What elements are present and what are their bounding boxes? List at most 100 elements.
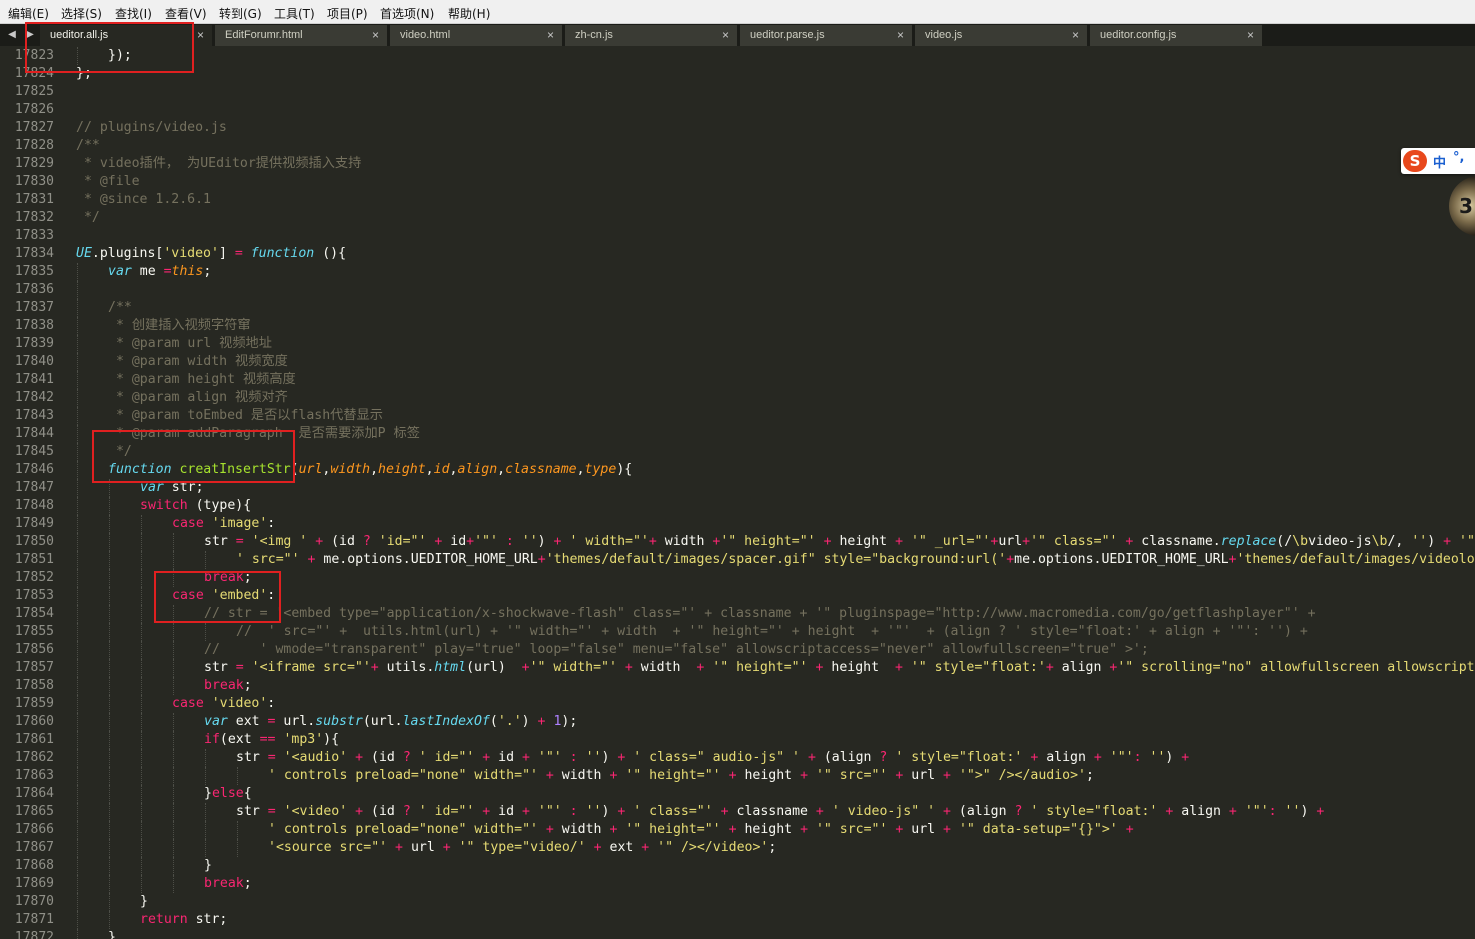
tab-zh-cn-js[interactable]: zh-cn.js × — [565, 25, 738, 46]
line-number: 17853 — [14, 588, 54, 603]
code-line: * 创建插入视频字符窜 — [108, 317, 251, 335]
code-token: id — [490, 804, 522, 819]
code-token: // ' src="' + utils.html(url) + '" width… — [236, 624, 1308, 639]
code-line: // ' src="' + utils.html(url) + '" width… — [236, 623, 1308, 641]
ime-toolbar[interactable]: S 中 °, — [1401, 148, 1475, 174]
tab-close-icon[interactable]: × — [1247, 28, 1254, 42]
tab-editforumr-html[interactable]: EditForumr.html × — [215, 25, 388, 46]
code-token: (url) — [466, 660, 522, 675]
code-token: + — [1022, 534, 1031, 549]
menu-find[interactable]: 查找(I) — [115, 5, 152, 22]
tab-close-icon[interactable]: × — [372, 28, 379, 42]
line-number: 17863 — [14, 768, 54, 783]
indent-guide — [205, 623, 206, 641]
indent-guide — [109, 605, 110, 623]
code-token: + — [1045, 660, 1054, 675]
code-token: // str = '<embed type="application/x-sho… — [204, 606, 1316, 621]
code-token: , — [370, 462, 379, 477]
tab-label: ueditor.config.js — [1100, 29, 1177, 41]
code-token: + — [1006, 552, 1015, 567]
code-token: + — [370, 660, 379, 675]
code-token: '" height="' — [625, 822, 721, 837]
indent-guide — [77, 749, 78, 767]
menu-bar: 编辑(E) 选择(S) 查找(I) 查看(V) 转到(G) 工具(T) 项目(P… — [0, 0, 1475, 24]
menu-edit[interactable]: 编辑(E) — [8, 5, 49, 22]
indent-guide — [173, 713, 174, 731]
line-number: 17870 — [14, 894, 54, 909]
tab-video-js[interactable]: video.js × — [915, 25, 1088, 46]
tab-close-icon[interactable]: × — [722, 28, 729, 42]
indent-guide — [77, 425, 78, 443]
line-number: 17829 — [14, 156, 54, 171]
tab-close-icon[interactable]: × — [1072, 28, 1079, 42]
line-number: 17847 — [14, 480, 54, 495]
code-token: + — [800, 822, 809, 837]
code-token: '" src="' — [815, 768, 888, 783]
code-token: align — [1053, 660, 1110, 675]
line-number: 17838 — [14, 318, 54, 333]
code-token: + — [466, 534, 475, 549]
code-token: (id — [363, 804, 403, 819]
indent-guide — [173, 659, 174, 677]
code-editor[interactable]: 17823 17824 17825 17826 17827 17828 17829 17830… — [0, 46, 1475, 939]
code-token: 'video' — [163, 246, 219, 261]
code-token: + — [894, 660, 903, 675]
indent-guide — [77, 875, 78, 893]
indent-guide — [109, 623, 110, 641]
tab-close-icon[interactable]: × — [547, 28, 554, 42]
code-token: * 创建插入视频字符窜 — [108, 318, 251, 333]
code-token: + — [728, 822, 737, 837]
indent-guide — [77, 389, 78, 407]
indent-guide — [205, 803, 206, 821]
tab-ueditor-config-js[interactable]: ueditor.config.js × — [1090, 25, 1263, 46]
code-token: = — [267, 804, 276, 819]
indent-guide — [141, 785, 142, 803]
indent-guide — [109, 893, 110, 911]
code-token: * video插件， 为UEditor提供视频插入支持 — [76, 156, 362, 171]
code-token: '<audio' — [283, 750, 348, 765]
menu-preferences[interactable]: 首选项(N) — [380, 5, 434, 22]
code-token: html — [434, 660, 467, 675]
tab-close-icon[interactable]: × — [197, 28, 204, 42]
indent-guide — [77, 479, 78, 497]
code-token: '" scrolling="no" allowfullscreen allows… — [1117, 660, 1475, 675]
menu-selection[interactable]: 选择(S) — [61, 5, 102, 22]
code-token: align — [457, 462, 498, 477]
code-token: if — [204, 732, 220, 747]
indent-guide — [173, 731, 174, 749]
code-token: + — [1228, 804, 1237, 819]
line-number: 17842 — [14, 390, 54, 405]
code-token: + — [1316, 804, 1325, 819]
code-line: * video插件， 为UEditor提供视频插入支持 — [76, 155, 361, 173]
line-number: 17861 — [14, 732, 54, 747]
code-token: break — [204, 876, 244, 891]
code-token: '.' — [497, 714, 522, 729]
menu-view[interactable]: 查看(V) — [165, 5, 207, 22]
line-number: 17835 — [14, 264, 54, 279]
line-number: 17849 — [14, 516, 54, 531]
tab-video-html[interactable]: video.html × — [390, 25, 563, 46]
code-token: = — [235, 660, 244, 675]
ime-language-indicator[interactable]: 中 — [1433, 152, 1446, 171]
indent-guide — [205, 821, 206, 839]
code-token: width — [553, 822, 610, 837]
code-token: utils. — [378, 660, 435, 675]
sogou-logo-icon: S — [1403, 150, 1427, 172]
menu-project[interactable]: 项目(P) — [327, 5, 368, 22]
ime-punctuation-indicator[interactable]: °, — [1453, 150, 1464, 165]
tab-close-icon[interactable]: × — [897, 28, 904, 42]
code-line: ' src="' + me.options.UEDITOR_HOME_URL+'… — [236, 551, 1475, 569]
menu-goto[interactable]: 转到(G) — [219, 5, 262, 22]
code-line: /** — [76, 137, 100, 155]
code-token: '<source src="' — [268, 840, 388, 855]
code-token: ' controls preload="none" width="' — [268, 822, 538, 837]
menu-help[interactable]: 帮助(H) — [448, 5, 490, 22]
menu-tools[interactable]: 工具(T) — [274, 5, 315, 22]
code-line: * @param url 视频地址 — [108, 335, 272, 353]
tab-ueditor-parse-js[interactable]: ueditor.parse.js × — [740, 25, 913, 46]
